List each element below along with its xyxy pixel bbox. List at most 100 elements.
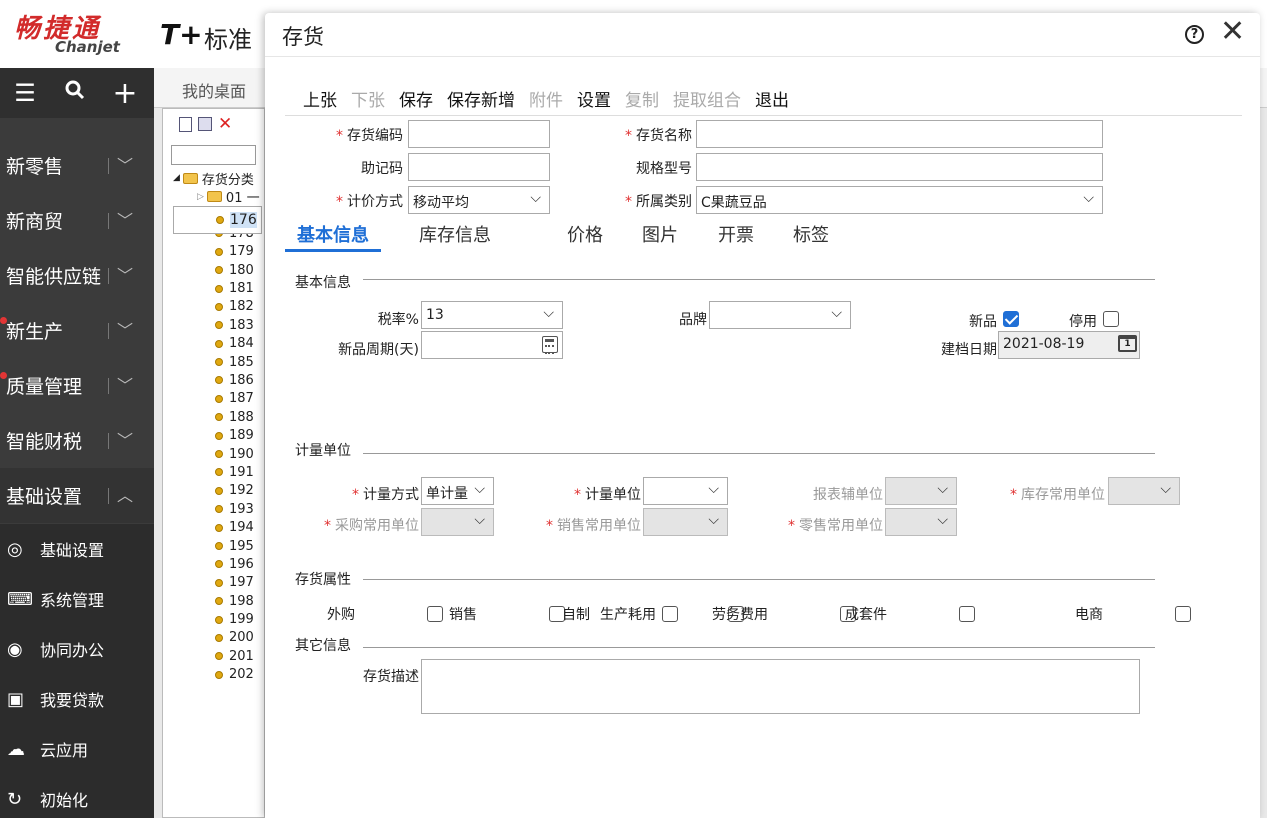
collapse-icon[interactable]: ◢ [173, 173, 180, 183]
sidebar-subitem[interactable]: ⌨ 系统管理 [0, 574, 154, 624]
sidebar-item[interactable]: 质量管理 ﹀ [0, 358, 154, 413]
edit-icon[interactable] [198, 117, 212, 131]
spec-input[interactable] [696, 153, 1103, 181]
sidebar-subitem[interactable]: ↻ 初始化 [0, 774, 154, 818]
sidebar-subitem[interactable]: ☁ 云应用 [0, 724, 154, 774]
sidebar-item[interactable]: 新商贸 ﹀ [0, 193, 154, 248]
sidebar-subitem[interactable]: ◎ 基础设置 [0, 524, 154, 574]
tree-item[interactable]: 182 [173, 298, 264, 316]
tree-item[interactable]: 201 [173, 647, 264, 665]
mnemonic-input[interactable] [408, 153, 550, 181]
tree-item[interactable]: 198 [173, 592, 264, 610]
tree-item[interactable]: 192 [173, 482, 264, 500]
new-checkbox[interactable] [1003, 311, 1019, 327]
plus-icon[interactable]: + [100, 76, 150, 111]
pricing-select[interactable]: 移动平均 ⌵ [408, 186, 550, 214]
sidebar-item[interactable]: 智能财税 ﹀ [0, 413, 154, 468]
chevron-down-icon[interactable]: ﹀ [117, 152, 133, 176]
attribute-label: 劳务费用 [712, 607, 768, 623]
tree-item[interactable]: 187 [173, 390, 264, 408]
menu-icon[interactable]: ☰ [0, 79, 50, 107]
chevron-up-icon[interactable]: ︿ [117, 482, 133, 506]
unit-select[interactable]: ⌵ [643, 477, 728, 505]
tree-item[interactable]: 200 [173, 629, 264, 647]
close-icon[interactable]: ✕ [1220, 17, 1245, 47]
tax-select[interactable]: 13 ⌵ [421, 301, 563, 329]
sidebar-subitem[interactable]: ▣ 我要贷款 [0, 674, 154, 724]
tree-item[interactable]: 181 [173, 279, 264, 297]
action-button[interactable]: 上张 [303, 86, 337, 111]
tab-my-desktop[interactable]: 我的桌面 [182, 78, 246, 102]
action-button[interactable]: 附件 [529, 86, 563, 111]
help-icon[interactable]: ? [1185, 25, 1204, 44]
tab[interactable]: 图片 [642, 221, 678, 247]
sidebar-item[interactable]: 基础设置 ︿ [0, 468, 154, 523]
tree-item[interactable]: 190 [173, 445, 264, 463]
tree-item[interactable]: 189 [173, 426, 264, 444]
calculator-icon[interactable] [542, 336, 558, 354]
tree-item[interactable]: 191 [173, 463, 264, 481]
chevron-down-icon[interactable]: ﹀ [117, 372, 133, 396]
tree-item[interactable]: 179 [173, 243, 264, 261]
action-button[interactable]: 退出 [755, 86, 789, 111]
attribute-checkbox[interactable] [959, 606, 975, 622]
sidebar-item[interactable]: 智能供应链 ﹀ [0, 248, 154, 303]
tree-item[interactable]: 180 [173, 261, 264, 279]
report-unit-select[interactable]: ⌵ [885, 477, 957, 505]
tree-item[interactable]: 176 [173, 205, 262, 234]
tab[interactable]: 开票 [718, 221, 754, 247]
tree-folder[interactable]: ▷ 01 一 [173, 187, 264, 206]
divider [108, 433, 109, 449]
brand-select[interactable]: ⌵ [709, 301, 851, 329]
disabled-checkbox[interactable] [1103, 311, 1119, 327]
sidebar-item[interactable]: 新零售 ﹀ [0, 138, 154, 193]
tab[interactable]: 价格 [567, 221, 603, 247]
tree-item[interactable]: 184 [173, 335, 264, 353]
chevron-down-icon[interactable]: ﹀ [117, 427, 133, 451]
chevron-down-icon[interactable]: ﹀ [117, 207, 133, 231]
action-button[interactable]: 下张 [351, 86, 385, 111]
tree-item[interactable]: 186 [173, 371, 264, 389]
stock-unit-select[interactable]: ⌵ [1108, 477, 1180, 505]
category-select[interactable]: C果蔬豆品 ⌵ [696, 186, 1103, 214]
attribute-label: 生产耗用 [600, 607, 656, 623]
retail-unit-select[interactable]: ⌵ [885, 508, 957, 536]
chevron-down-icon[interactable]: ﹀ [117, 262, 133, 286]
tree-search-input[interactable] [171, 145, 256, 165]
tree-item[interactable]: 183 [173, 316, 264, 334]
delete-icon[interactable]: ✕ [218, 114, 232, 134]
tree-item[interactable]: 197 [173, 574, 264, 592]
attribute-checkbox[interactable] [662, 606, 678, 622]
action-button[interactable]: 保存 [399, 86, 433, 111]
tree-item[interactable]: 188 [173, 408, 264, 426]
method-select[interactable]: 单计量 ⌵ [421, 477, 494, 505]
desc-textarea[interactable] [421, 659, 1140, 714]
chevron-down-icon[interactable]: ﹀ [117, 317, 133, 341]
sidebar-item[interactable]: 新生产 ﹀ [0, 303, 154, 358]
expand-icon[interactable]: ▷ [197, 192, 204, 202]
sidebar-subitem[interactable]: ◉ 协同办公 [0, 624, 154, 674]
tab[interactable]: 标签 [793, 221, 829, 247]
tree-item[interactable]: 185 [173, 353, 264, 371]
tab[interactable]: 基本信息 [297, 221, 369, 247]
action-button[interactable]: 保存新增 [447, 86, 515, 111]
action-button[interactable]: 复制 [625, 86, 659, 111]
sales-unit-select[interactable]: ⌵ [643, 508, 728, 536]
action-button[interactable]: 提取组合 [673, 86, 741, 111]
tree-root[interactable]: ◢ 存货分类 [173, 169, 264, 188]
tree-item[interactable]: 196 [173, 555, 264, 573]
purchase-unit-select[interactable]: ⌵ [421, 508, 494, 536]
tree-item[interactable]: 194 [173, 518, 264, 536]
name-input[interactable] [696, 120, 1103, 148]
tree-item[interactable]: 199 [173, 610, 264, 628]
new-doc-icon[interactable] [179, 116, 192, 132]
action-button[interactable]: 设置 [577, 86, 611, 111]
tree-item[interactable]: 193 [173, 500, 264, 518]
search-icon[interactable] [50, 79, 100, 107]
calendar-icon[interactable]: 1 [1118, 335, 1137, 352]
code-input[interactable] [408, 120, 550, 148]
attribute-checkbox[interactable] [1175, 606, 1191, 622]
tree-item[interactable]: 195 [173, 537, 264, 555]
tab[interactable]: 库存信息 [419, 221, 491, 247]
tree-item[interactable]: 202 [173, 666, 264, 684]
